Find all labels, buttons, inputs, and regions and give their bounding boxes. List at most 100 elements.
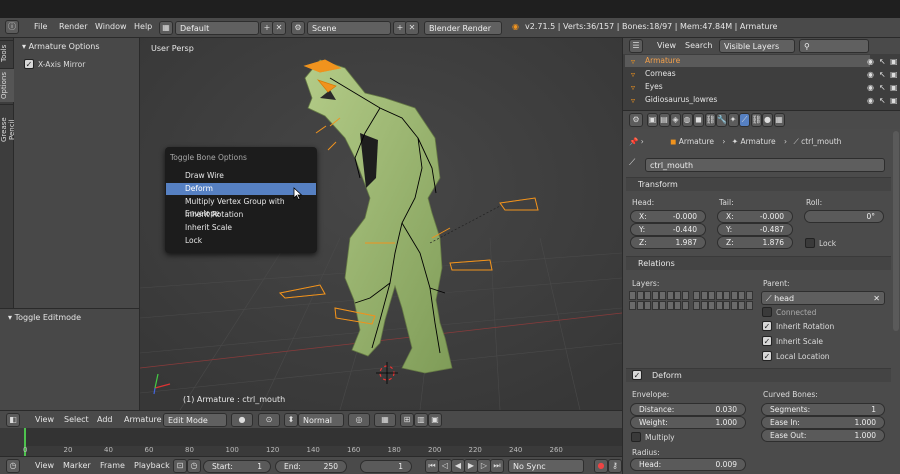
scene-icon[interactable]: ⚙ [291, 21, 305, 35]
roll-field[interactable]: 0° [804, 210, 884, 223]
close-scene-icon[interactable]: ✕ [405, 21, 419, 35]
bone-constraint-icon[interactable]: ⛓ [750, 113, 762, 127]
layer-button[interactable] [693, 291, 700, 300]
outliner-row-corneas[interactable]: Corneas [625, 68, 870, 80]
texture-icon[interactable]: ▦ [773, 113, 785, 127]
relations-panel-header[interactable]: Relations [626, 256, 891, 270]
layer-button[interactable] [636, 291, 644, 300]
timeline[interactable]: 0 20 40 60 80 100 120 140 160 180 200 220 240 260 [0, 428, 622, 456]
menu-view[interactable]: View [35, 415, 54, 424]
layer-button[interactable] [651, 301, 659, 310]
head-x-field[interactable]: X: -0.000 [630, 210, 706, 223]
tail-y-field[interactable]: Y: -0.487 [717, 223, 793, 236]
transform-orientation-icon[interactable]: ⬍ [284, 413, 298, 427]
close-screen-icon[interactable]: ✕ [272, 21, 286, 35]
camera-icon[interactable]: ▣ [890, 57, 898, 66]
eye-icon[interactable]: ◉ [867, 96, 874, 105]
layer-button[interactable] [730, 301, 738, 310]
jump-start-icon[interactable]: ⏮ [425, 459, 439, 473]
layer-button[interactable] [644, 291, 651, 300]
multiply-checkbox[interactable]: ✓ [631, 432, 641, 442]
menu-search[interactable]: Search [685, 41, 712, 50]
transform-panel-header[interactable]: Transform [626, 177, 891, 191]
inherit-scale-checkbox[interactable]: ✓ [762, 336, 772, 346]
prev-key-icon[interactable]: ◁ [438, 459, 452, 473]
camera-icon[interactable]: ▣ [890, 96, 898, 105]
layer-button[interactable] [738, 291, 745, 300]
layer-button[interactable] [708, 301, 715, 310]
radius-head-field[interactable]: Head: 0.009 [630, 458, 746, 471]
outliner-row-gidiosaurus[interactable]: Gidiosaurus_lowres [625, 94, 870, 106]
orientation-select[interactable]: Normal [298, 413, 344, 427]
lock-range-icon[interactable]: ⊡ [173, 459, 187, 473]
render-preview-icon[interactable]: ▣ [428, 413, 442, 427]
outliner-search-input[interactable]: ⚲ [799, 39, 869, 53]
camera-icon[interactable]: ▣ [890, 70, 898, 79]
data-icon[interactable]: ✦ [727, 113, 739, 127]
ease-out-field[interactable]: Ease Out: 1.000 [761, 429, 885, 442]
layer-button[interactable] [715, 301, 723, 310]
layer-button[interactable] [681, 291, 689, 300]
layers-icon[interactable]: ▥ [414, 413, 428, 427]
material-icon[interactable]: ● [762, 113, 773, 127]
start-frame-field[interactable]: Start: 1 [203, 460, 271, 473]
render-icon[interactable]: ▣ [647, 113, 658, 127]
xaxis-mirror-checkbox[interactable]: ✓ [24, 59, 34, 69]
deform-panel-header[interactable]: ✓ Deform [626, 368, 891, 382]
lock-checkbox[interactable]: ✓ [805, 238, 815, 248]
menu-item-draw-wire[interactable]: Draw Wire [166, 170, 316, 182]
menu-item-inherit-rotation[interactable]: Inherit Rotation [166, 209, 316, 221]
scene-icon[interactable]: ◈ [670, 113, 681, 127]
screen-layout-icon[interactable]: ▦ [159, 21, 173, 35]
snap-target-icon[interactable]: ⊞ [400, 413, 414, 427]
layers-icon[interactable]: ▤ [658, 113, 670, 127]
menu-armature[interactable]: Armature [124, 415, 162, 424]
bone-icon[interactable]: ⟋ [739, 113, 750, 127]
sync-select[interactable]: No Sync [508, 459, 584, 473]
layer-button[interactable] [659, 301, 666, 310]
constraints-icon[interactable]: ⛓ [704, 113, 716, 127]
eye-icon[interactable]: ◉ [867, 57, 874, 66]
cursor-icon[interactable]: ↖ [879, 83, 886, 92]
layer-button[interactable] [715, 291, 723, 300]
layer-button[interactable] [629, 291, 636, 300]
pivot-point-icon[interactable]: ⊙ [258, 413, 280, 427]
toggle-editmode-header[interactable]: ▾ Toggle Editmode [8, 313, 81, 322]
current-frame-field[interactable]: 1 [360, 460, 412, 473]
cursor-icon[interactable]: ↖ [879, 96, 886, 105]
play-icon[interactable]: ▶ [464, 459, 478, 473]
menu-view[interactable]: View [35, 461, 54, 470]
clear-icon[interactable]: ✕ [873, 294, 880, 303]
deform-checkbox[interactable]: ✓ [632, 370, 642, 380]
bone-name-field[interactable]: ctrl_mouth [645, 158, 885, 172]
eye-icon[interactable]: ◉ [867, 70, 874, 79]
layer-button[interactable] [674, 301, 681, 310]
menu-file[interactable]: File [34, 22, 47, 31]
render-engine-select[interactable]: Blender Render [424, 21, 502, 35]
layer-button[interactable] [629, 301, 636, 310]
record-icon[interactable]: ● [594, 459, 608, 473]
menu-item-lock[interactable]: Lock [166, 235, 316, 247]
head-y-field[interactable]: Y: -0.440 [630, 223, 706, 236]
viewport-shading-icon[interactable]: ● [231, 413, 253, 427]
layer-button[interactable] [730, 291, 738, 300]
end-frame-field[interactable]: End: 250 [275, 460, 347, 473]
keying-icon[interactable]: ⚷ [608, 459, 622, 473]
editor-type-icon[interactable]: ◧ [6, 413, 20, 427]
layer-button[interactable] [708, 291, 715, 300]
layer-button[interactable] [651, 291, 659, 300]
weight-field[interactable]: Weight: 1.000 [630, 416, 746, 429]
layer-button[interactable] [700, 291, 708, 300]
object-icon[interactable]: ◼ [693, 113, 704, 127]
menu-render[interactable]: Render [59, 22, 87, 31]
editor-type-icon[interactable]: ⓘ [5, 20, 19, 34]
eye-icon[interactable]: ◉ [867, 83, 874, 92]
menu-frame[interactable]: Frame [100, 461, 125, 470]
inherit-rotation-checkbox[interactable]: ✓ [762, 321, 772, 331]
next-key-icon[interactable]: ▷ [477, 459, 491, 473]
head-z-field[interactable]: Z: 1.987 [630, 236, 706, 249]
camera-icon[interactable]: ▣ [890, 83, 898, 92]
layer-button[interactable] [666, 291, 674, 300]
menu-item-inherit-scale[interactable]: Inherit Scale [166, 222, 316, 234]
properties-scrollbar[interactable] [893, 131, 899, 331]
